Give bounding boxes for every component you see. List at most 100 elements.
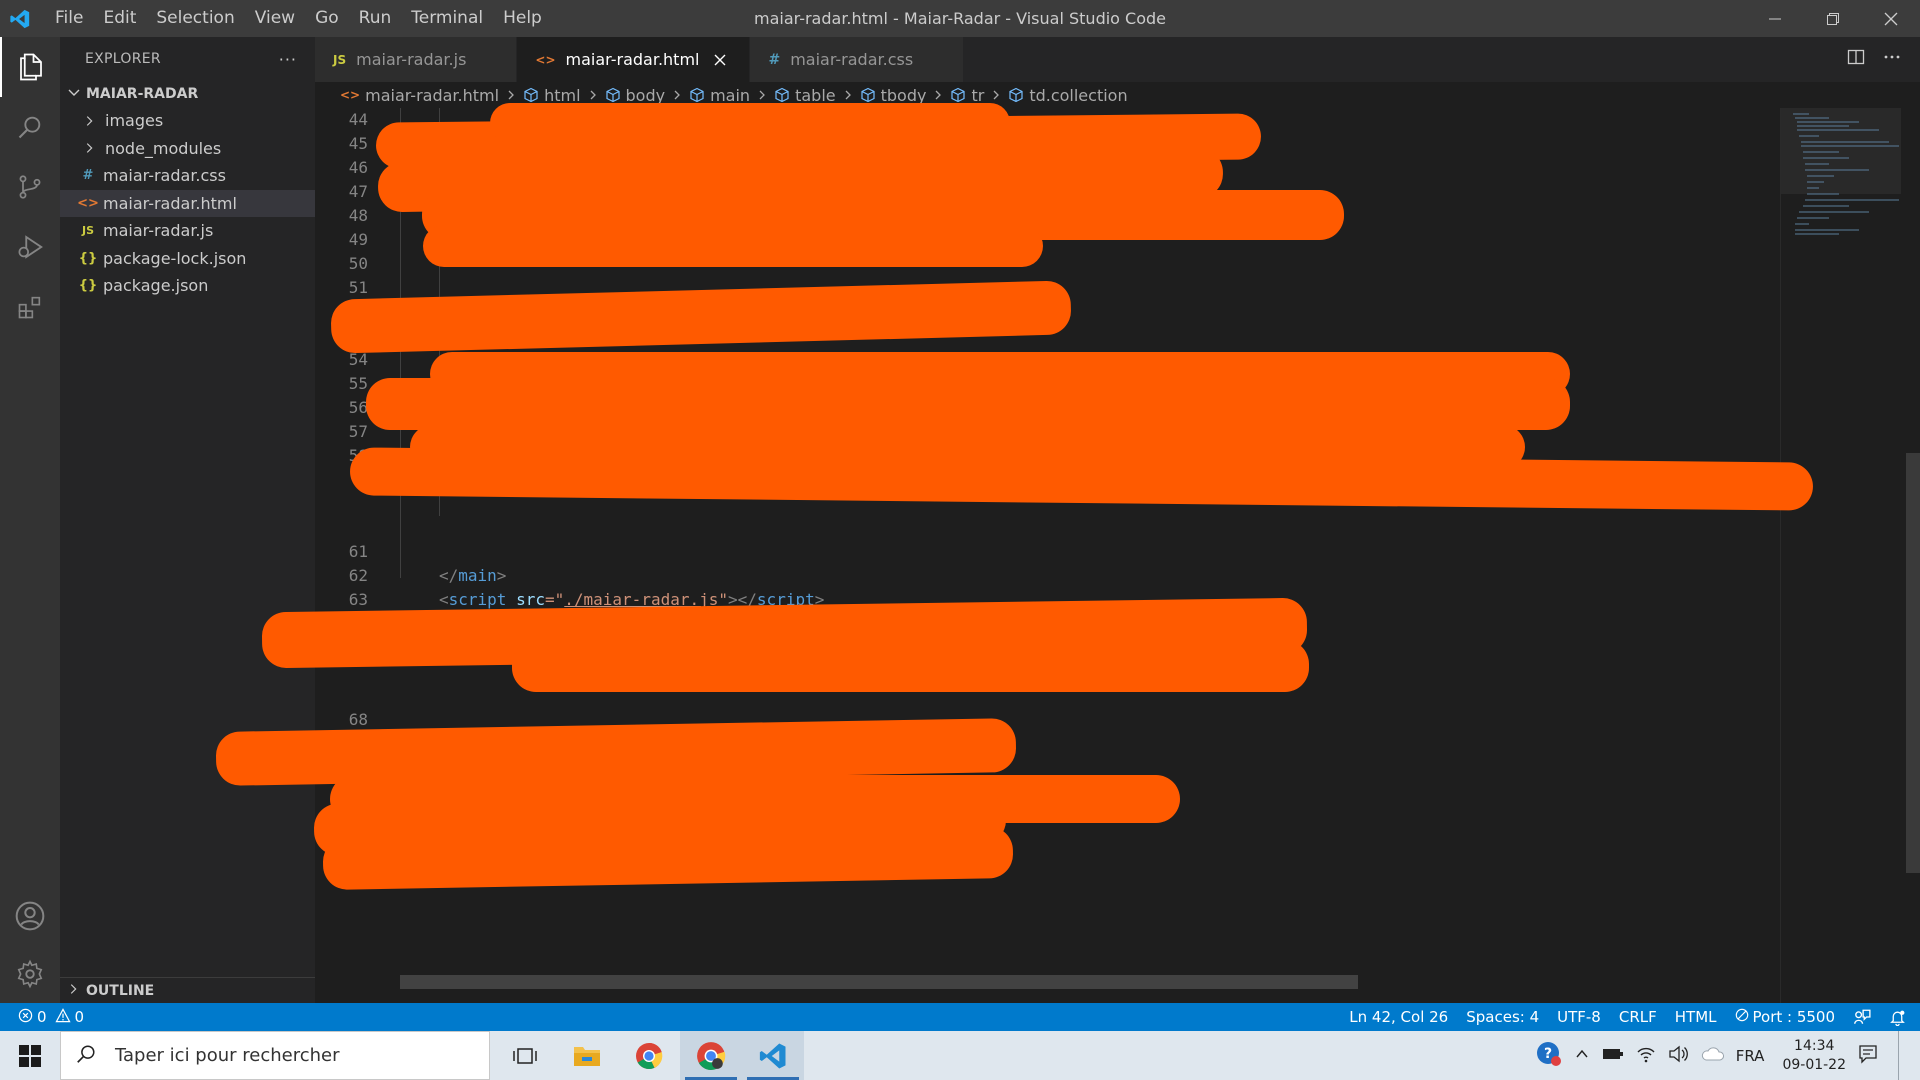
code-line: 63 </body> [315, 564, 1780, 633]
vertical-scrollbar[interactable] [1906, 453, 1920, 873]
vscode-taskbar-icon[interactable] [742, 1031, 804, 1080]
json-file-icon: {} [78, 250, 98, 266]
wifi-icon[interactable] [1636, 1045, 1656, 1067]
problems-indicator[interactable]: 0 0 [0, 1007, 84, 1027]
more-actions-icon[interactable]: ··· [279, 50, 297, 69]
menu-file[interactable]: File [45, 0, 93, 37]
breadcrumb-body[interactable]: body [605, 85, 666, 105]
tree-item-images[interactable]: images [60, 107, 315, 135]
file-explorer-icon[interactable] [556, 1031, 618, 1080]
breadcrumb-table[interactable]: table [774, 86, 836, 105]
breadcrumb-label: tbody [880, 85, 927, 105]
breadcrumb-td-collection[interactable]: td.collection [1008, 86, 1128, 105]
minimap-code-preview [1793, 113, 1899, 235]
search-icon [75, 1043, 97, 1069]
tree-item-css[interactable]: # maiar-radar.css [60, 162, 315, 190]
menu-bar: File Edit Selection View Go Run Terminal… [45, 0, 552, 37]
css-file-icon: # [82, 168, 94, 184]
tree-item-html[interactable]: <> maiar-radar.html [60, 189, 315, 217]
encoding[interactable]: UTF-8 [1557, 1008, 1601, 1026]
explorer-icon[interactable] [0, 37, 60, 97]
folder-name: MAIAR-RADAR [86, 86, 199, 102]
feedback-icon[interactable] [1853, 1008, 1871, 1026]
tree-item-package-lock[interactable]: {} package-lock.json [60, 245, 315, 273]
menu-terminal[interactable]: Terminal [401, 0, 493, 37]
tree-item-package[interactable]: {} package.json [60, 272, 315, 300]
tab-label: maiar-radar.js [356, 50, 467, 69]
breadcrumb-tbody[interactable]: tbody [860, 85, 927, 105]
status-right: Ln 42, Col 26 Spaces: 4 UTF-8 CRLF HTML … [1349, 1003, 1906, 1031]
tab-bar: JS maiar-radar.js <> maiar-radar.html # … [315, 37, 1920, 82]
chrome-profile-icon[interactable] [680, 1031, 742, 1080]
breadcrumb-file[interactable]: <> maiar-radar.html [340, 86, 499, 105]
breadcrumb-label: tr [971, 85, 985, 105]
restore-button[interactable] [1804, 0, 1862, 37]
cursor-position[interactable]: Ln 42, Col 26 [1349, 1008, 1448, 1026]
symbol-element-icon [774, 87, 790, 103]
split-editor-icon[interactable] [1846, 47, 1866, 71]
line-number: 56 [348, 398, 368, 417]
menu-go[interactable]: Go [305, 0, 349, 37]
breadcrumb-label: html [544, 85, 581, 105]
windows-start-icon[interactable] [0, 1031, 60, 1080]
tab-maiar-radar-html[interactable]: <> maiar-radar.html [517, 37, 751, 82]
volume-icon[interactable] [1668, 1045, 1688, 1067]
breadcrumb-html[interactable]: html [523, 85, 581, 105]
menu-run[interactable]: Run [349, 0, 402, 37]
breadcrumb-main[interactable]: main [689, 86, 750, 105]
task-view-icon[interactable] [494, 1031, 556, 1080]
notification-center-icon[interactable] [1858, 1044, 1878, 1068]
indentation[interactable]: Spaces: 4 [1466, 1008, 1539, 1026]
input-language[interactable]: FRA [1736, 1047, 1765, 1065]
redaction-mark [366, 378, 1570, 430]
chevron-right-icon [843, 89, 853, 101]
outline-label: OUTLINE [86, 982, 155, 999]
chrome-icon[interactable] [618, 1031, 680, 1080]
taskbar-clock[interactable]: 14:34 09-01-22 [1782, 1037, 1846, 1075]
symbol-element-icon [689, 87, 705, 103]
tab-maiar-radar-css[interactable]: # maiar-radar.css [750, 37, 965, 82]
js-file-icon: JS [333, 52, 347, 67]
close-window-button[interactable] [1862, 0, 1920, 37]
html-file-icon: <> [340, 88, 361, 102]
symbol-element-icon [1008, 87, 1024, 103]
battery-icon[interactable] [1602, 1047, 1624, 1065]
onedrive-icon[interactable] [1700, 1046, 1724, 1066]
live-server-port[interactable]: Port : 5500 [1735, 1008, 1835, 1026]
end-of-line[interactable]: CRLF [1619, 1008, 1657, 1026]
breadcrumb-label: body [625, 85, 666, 105]
menu-view[interactable]: View [245, 0, 305, 37]
tree-item-node-modules[interactable]: node_modules [60, 135, 315, 163]
help-icon[interactable]: ? [1536, 1041, 1562, 1071]
horizontal-scrollbar[interactable] [400, 975, 1358, 989]
menu-selection[interactable]: Selection [146, 0, 244, 37]
account-icon[interactable] [0, 886, 60, 946]
outline-section[interactable]: OUTLINE [60, 977, 315, 1003]
tab-maiar-radar-js[interactable]: JS maiar-radar.js [315, 37, 518, 82]
breadcrumb-tr[interactable]: tr [950, 86, 984, 105]
close-icon[interactable] [711, 53, 729, 67]
notifications-bell-icon[interactable] [1889, 1009, 1906, 1026]
menu-help[interactable]: Help [493, 0, 552, 37]
source-control-icon[interactable] [0, 157, 60, 217]
taskbar-search-input[interactable]: Taper ici pour rechercher [60, 1031, 490, 1080]
minimize-button[interactable] [1746, 0, 1804, 37]
show-desktop-button[interactable] [1898, 1031, 1906, 1080]
tree-item-js[interactable]: JS maiar-radar.js [60, 217, 315, 245]
run-debug-icon[interactable] [0, 217, 60, 277]
chevron-up-icon[interactable] [1574, 1046, 1590, 1066]
breadcrumb-label: main [710, 85, 751, 105]
search-icon[interactable] [0, 97, 60, 157]
language-mode[interactable]: HTML [1675, 1008, 1717, 1026]
line-number: 46 [348, 158, 368, 177]
more-actions-icon[interactable] [1882, 47, 1902, 71]
folder-header[interactable]: MAIAR-RADAR [60, 81, 315, 107]
clock-time: 14:34 [1794, 1037, 1835, 1054]
menu-edit[interactable]: Edit [93, 0, 146, 37]
minimap[interactable] [1780, 108, 1920, 1003]
chevron-right-icon [81, 114, 97, 128]
settings-gear-icon[interactable] [0, 944, 60, 1004]
chevron-right-icon [933, 89, 943, 101]
chevron-right-icon [588, 89, 598, 101]
extensions-icon[interactable] [0, 277, 60, 337]
